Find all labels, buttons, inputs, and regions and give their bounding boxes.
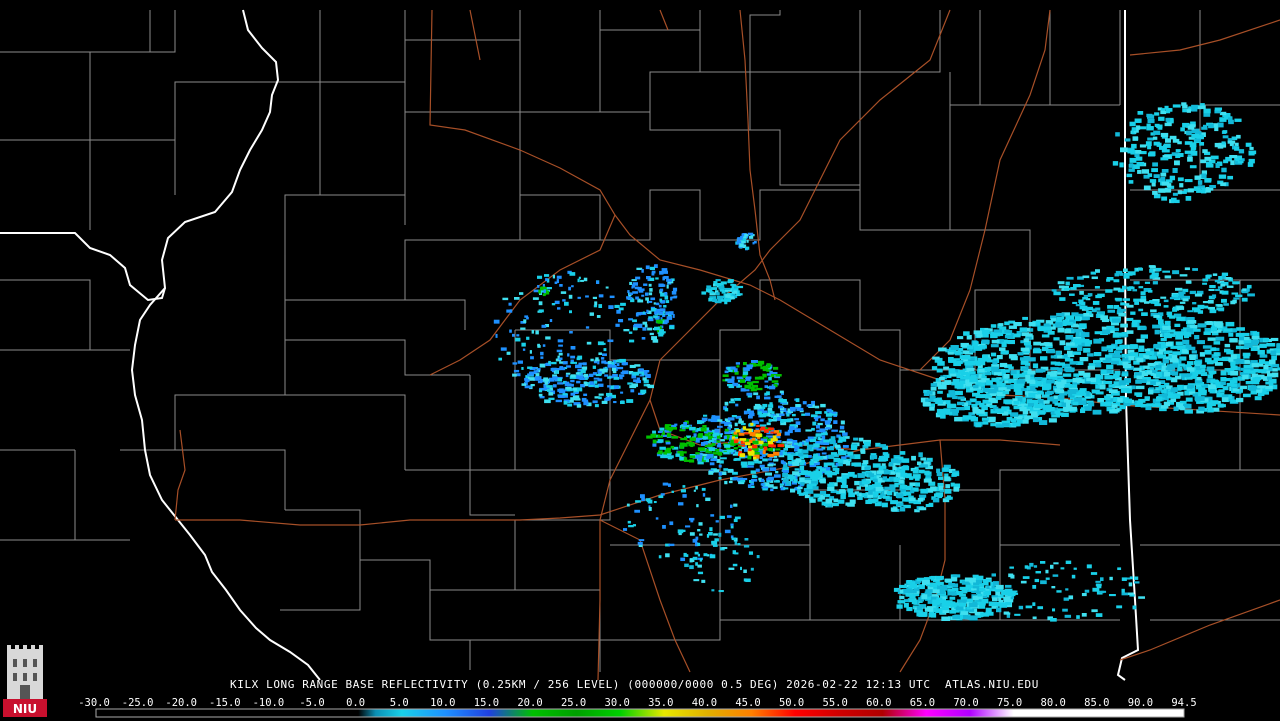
scale-label: 30.0 (605, 697, 630, 709)
scale-label: 90.0 (1128, 697, 1153, 709)
logo-text: NIU (3, 702, 47, 716)
scale-label: 40.0 (692, 697, 717, 709)
scale-label: 55.0 (823, 697, 848, 709)
scale-label: -15.0 (209, 697, 241, 709)
scale-label: -30.0 (78, 697, 110, 709)
scale-label: 20.0 (517, 697, 542, 709)
scale-label: 10.0 (430, 697, 455, 709)
color-scale-labels: -30.0-25.0-20.0-15.0-10.0-5.00.05.010.01… (94, 697, 1194, 709)
scale-label: 0.0 (346, 697, 365, 709)
scale-label: -20.0 (165, 697, 197, 709)
scale-label: -5.0 (299, 697, 324, 709)
scale-label: -10.0 (253, 697, 285, 709)
scale-label: 60.0 (866, 697, 891, 709)
scale-label: 75.0 (997, 697, 1022, 709)
niu-logo: NIU (3, 645, 47, 717)
scale-label: 70.0 (953, 697, 978, 709)
radar-map (0, 0, 1280, 720)
scale-label: 35.0 (648, 697, 673, 709)
scale-label: 5.0 (390, 697, 409, 709)
scale-label: 25.0 (561, 697, 586, 709)
scale-label: 65.0 (910, 697, 935, 709)
product-caption: KILX LONG RANGE BASE REFLECTIVITY (0.25K… (230, 678, 1039, 691)
scale-label: -25.0 (122, 697, 154, 709)
scale-label: 80.0 (1041, 697, 1066, 709)
scale-label: 15.0 (474, 697, 499, 709)
scale-label: 50.0 (779, 697, 804, 709)
scale-label: 45.0 (735, 697, 760, 709)
color-scale-bar (96, 709, 1184, 717)
scale-label: 85.0 (1084, 697, 1109, 709)
scale-label: 94.5 (1171, 697, 1196, 709)
